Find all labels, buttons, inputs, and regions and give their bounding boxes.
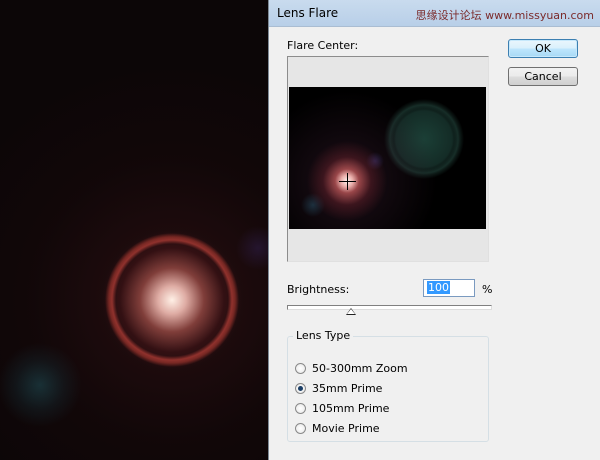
brightness-unit: % bbox=[482, 283, 493, 296]
radio-checked-icon[interactable] bbox=[295, 382, 306, 394]
radio-icon[interactable] bbox=[295, 402, 306, 414]
dialog-titlebar[interactable]: Lens Flare 思缘设计论坛 www.missyuan.com bbox=[269, 0, 600, 27]
lens-type-title: Lens Type bbox=[293, 329, 354, 342]
radio-icon[interactable] bbox=[295, 422, 306, 434]
radio-icon[interactable] bbox=[295, 362, 306, 374]
brightness-slider-thumb[interactable] bbox=[346, 308, 356, 315]
watermark-text: 思缘设计论坛 www.missyuan.com bbox=[415, 9, 594, 22]
dialog-title: Lens Flare bbox=[277, 6, 339, 20]
ok-button[interactable]: OK bbox=[508, 39, 578, 58]
brightness-label: Brightness: bbox=[287, 283, 350, 296]
radio-label: 105mm Prime bbox=[312, 401, 390, 415]
brightness-slider-track[interactable] bbox=[287, 305, 492, 310]
lens-flare-dialog: Lens Flare 思缘设计论坛 www.missyuan.com Flare… bbox=[268, 0, 600, 460]
dialog-body: Flare Center: OK Cancel Brightness: 100 … bbox=[275, 27, 593, 454]
radio-label: Movie Prime bbox=[312, 421, 380, 435]
radio-35mm-prime[interactable]: 35mm Prime bbox=[295, 381, 382, 395]
brightness-input[interactable]: 100 bbox=[423, 279, 475, 297]
radio-50-300mm-zoom[interactable]: 50-300mm Zoom bbox=[295, 361, 408, 375]
flare-center-label: Flare Center: bbox=[287, 39, 359, 52]
flare-preview-frame bbox=[287, 56, 489, 262]
brightness-value: 100 bbox=[427, 281, 450, 294]
flare-preview[interactable] bbox=[289, 87, 486, 229]
radio-105mm-prime[interactable]: 105mm Prime bbox=[295, 401, 389, 415]
radio-label: 50-300mm Zoom bbox=[312, 361, 408, 375]
crosshair-icon[interactable] bbox=[339, 173, 356, 190]
radio-movie-prime[interactable]: Movie Prime bbox=[295, 421, 380, 435]
radio-label: 35mm Prime bbox=[312, 381, 383, 395]
cancel-button[interactable]: Cancel bbox=[508, 67, 578, 86]
